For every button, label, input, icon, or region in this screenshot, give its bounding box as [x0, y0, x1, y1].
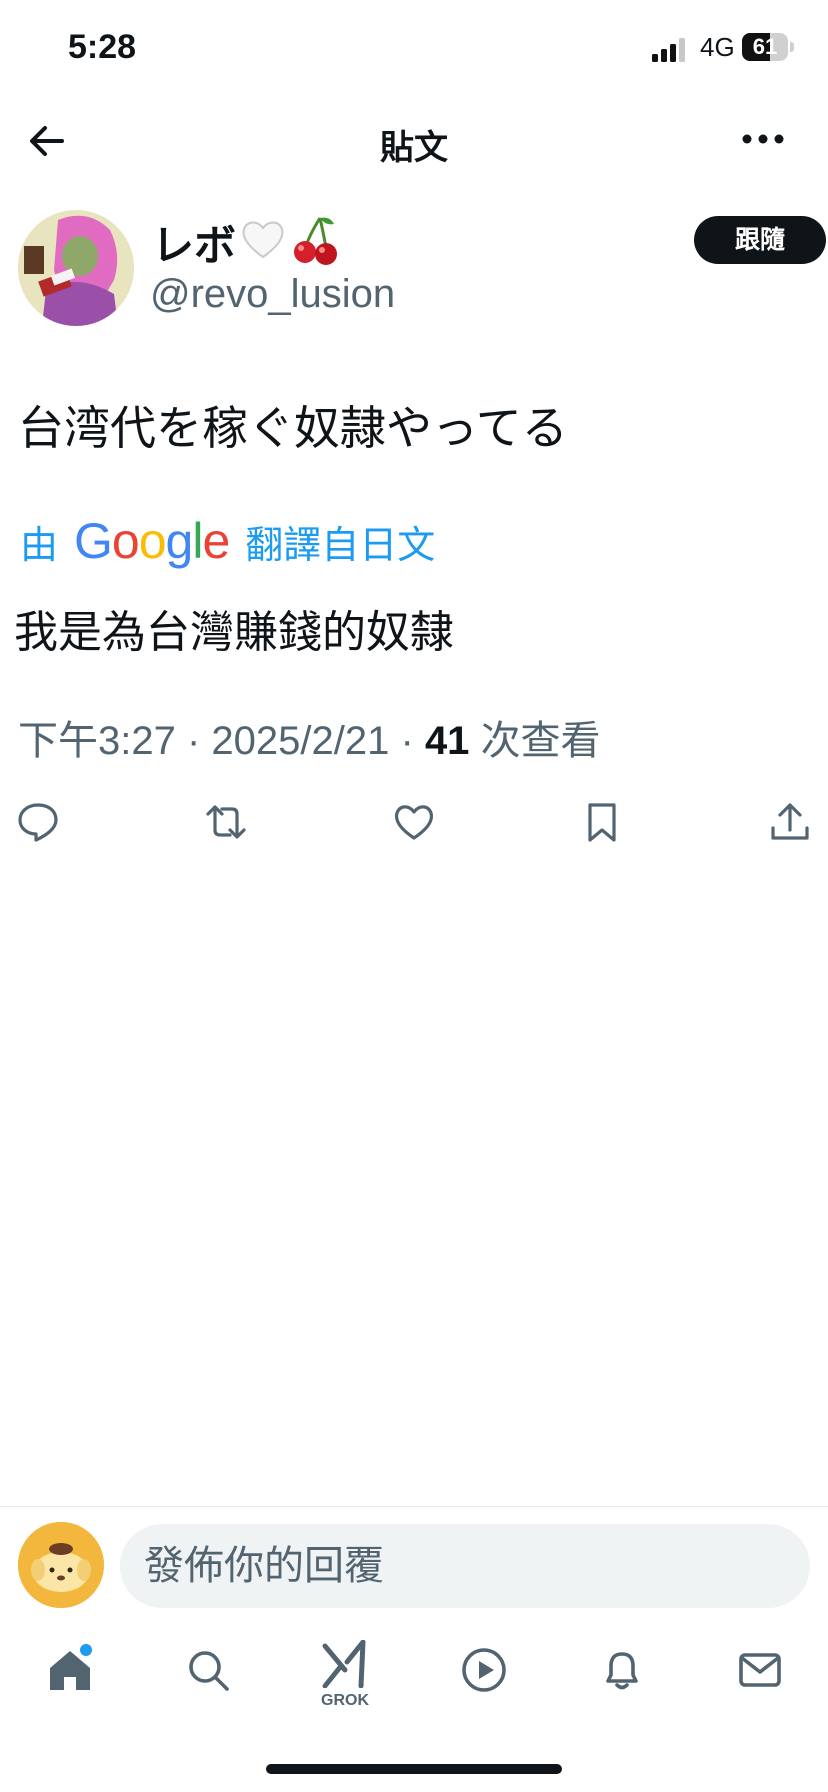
- view-count-label: 次查看: [480, 719, 601, 763]
- repost-icon[interactable]: [204, 800, 248, 844]
- post-date: 2025/2/21: [211, 719, 390, 763]
- reply-input[interactable]: [120, 1524, 810, 1608]
- post-meta: 下午3:27 · 2025/2/21 · 41 次查看: [18, 708, 601, 766]
- separator-dot: ·: [400, 719, 425, 763]
- separator-dot: ·: [186, 719, 212, 763]
- notifications-icon[interactable]: [598, 1646, 646, 1694]
- cherry-icon: [294, 217, 337, 265]
- signal-icon: [652, 38, 685, 62]
- view-count: 41: [424, 719, 470, 763]
- translation-suffix: 翻譯自日文: [245, 522, 436, 567]
- white-heart-icon: [242, 221, 284, 259]
- pompompurin-avatar: [18, 1522, 104, 1608]
- search-icon[interactable]: [184, 1646, 232, 1694]
- status-time: 5:28: [68, 28, 137, 66]
- more-options-icon[interactable]: [740, 124, 786, 154]
- battery-tip: [790, 42, 794, 52]
- reply-icon[interactable]: [16, 800, 60, 844]
- author-display-name[interactable]: レボ: [152, 212, 236, 273]
- network-type: 4G: [700, 32, 735, 62]
- post-time: 下午3:27: [18, 719, 176, 763]
- translation-prefix: 由: [20, 522, 59, 567]
- follow-button[interactable]: 跟隨: [694, 216, 826, 264]
- home-indicator: [266, 1764, 562, 1774]
- grok-label[interactable]: GROK: [320, 1692, 370, 1710]
- video-icon[interactable]: [460, 1646, 508, 1694]
- messages-icon[interactable]: [736, 1646, 784, 1694]
- home-notification-dot: [80, 1644, 92, 1656]
- avatar-illustration: [18, 210, 134, 326]
- battery-level: 61: [752, 34, 778, 59]
- grok-icon[interactable]: [321, 1640, 369, 1688]
- post-text: 台湾代を稼ぐ奴隷やってる: [18, 401, 568, 455]
- google-logo: Google: [74, 513, 230, 569]
- translation-attribution[interactable]: 由 Google 翻譯自日文: [20, 512, 435, 570]
- share-icon[interactable]: [768, 800, 812, 844]
- author-handle[interactable]: @revo_lusion: [150, 272, 395, 317]
- reply-divider: [0, 1506, 828, 1507]
- translated-text: 我是為台灣賺錢的奴隸: [14, 607, 454, 658]
- battery-icon: 61: [742, 33, 788, 61]
- author-avatar[interactable]: [18, 210, 134, 326]
- bookmark-icon[interactable]: [580, 800, 624, 844]
- page-title: 貼文: [380, 128, 448, 168]
- like-icon[interactable]: [392, 800, 436, 844]
- current-user-avatar[interactable]: [18, 1522, 104, 1608]
